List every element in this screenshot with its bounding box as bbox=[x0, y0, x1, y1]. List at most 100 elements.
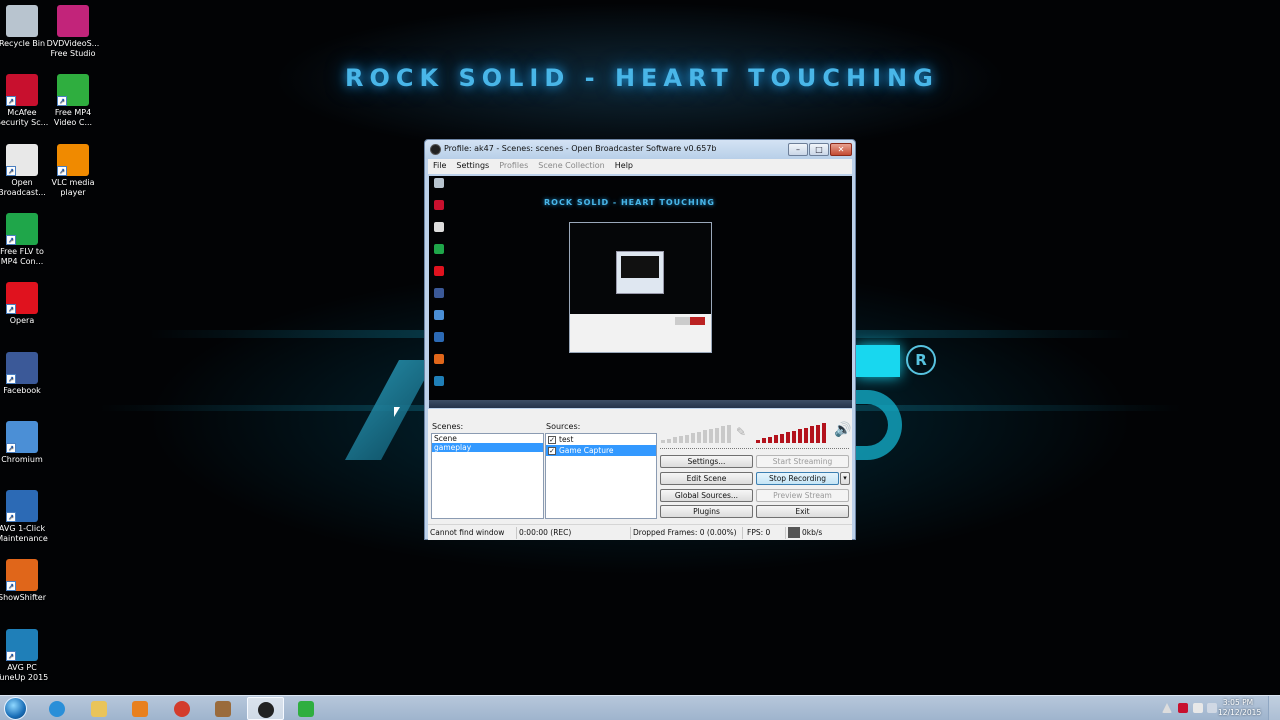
microphone-icon[interactable]: ✎ bbox=[736, 425, 746, 439]
taskbar: 3:05 PM 12/12/2015 bbox=[0, 695, 1280, 720]
meter-segment bbox=[756, 440, 760, 443]
shortcut-arrow-icon: ↗ bbox=[6, 304, 16, 315]
mic-volume-slider[interactable] bbox=[660, 448, 753, 450]
obs-app-icon bbox=[430, 144, 441, 155]
desktop-icon[interactable]: ↗ Facebook bbox=[0, 351, 52, 396]
avg-maintenance-icon: ↗ bbox=[6, 490, 38, 523]
scene-item[interactable]: Scene bbox=[432, 434, 543, 443]
source-item[interactable]: ✓ Game Capture bbox=[546, 445, 656, 456]
taskbar-button[interactable] bbox=[205, 697, 242, 720]
obs-icon bbox=[257, 702, 274, 718]
system-clock[interactable]: 3:05 PM 12/12/2015 bbox=[1218, 698, 1261, 718]
registered-mark: R bbox=[906, 345, 936, 375]
exit-button[interactable]: Exit bbox=[756, 505, 849, 518]
plugins-button[interactable]: Plugins bbox=[660, 505, 753, 518]
menu-bar: File Settings Profiles Scene Collection Help bbox=[428, 159, 852, 174]
desktop-icon[interactable]: DVDVideoS... Free Studio bbox=[43, 5, 103, 59]
preview-taskbar bbox=[429, 400, 852, 408]
recording-dropdown-button[interactable]: ▾ bbox=[840, 472, 850, 485]
opera-icon: ↗ bbox=[6, 282, 38, 315]
meter-segment bbox=[709, 429, 713, 443]
menu-settings[interactable]: Settings bbox=[451, 159, 494, 174]
dropped-frames: Dropped Frames: 0 (0.00%) bbox=[633, 528, 737, 537]
mcafee-icon: ↗ bbox=[6, 74, 38, 107]
source-visibility-checkbox[interactable]: ✓ bbox=[548, 447, 556, 455]
sources-label: Sources: bbox=[546, 422, 581, 431]
taskbar-button[interactable] bbox=[81, 697, 118, 720]
menu-help[interactable]: Help bbox=[610, 159, 638, 174]
desktop-volume-meter[interactable] bbox=[756, 423, 830, 443]
meter-segment bbox=[691, 433, 695, 443]
fps-readout: FPS: 0 bbox=[747, 528, 771, 537]
desktop-icon-label: Free FLV to MP4 Con... bbox=[0, 246, 44, 266]
stop-recording-button[interactable]: Stop Recording bbox=[756, 472, 839, 485]
start-button[interactable] bbox=[4, 697, 27, 720]
shortcut-arrow-icon: ↗ bbox=[57, 96, 67, 107]
scenes-list[interactable]: Scene gameplay bbox=[431, 433, 544, 519]
game-icon bbox=[215, 701, 231, 717]
desktop-icon[interactable]: ↗ AVG 1-Click Maintenance bbox=[0, 490, 52, 544]
microphone-volume-meter[interactable] bbox=[661, 425, 733, 443]
desktop-icon[interactable]: ↗ VLC media player bbox=[43, 143, 103, 198]
speaker-icon[interactable]: 🔊 bbox=[834, 422, 851, 438]
tray-network-icon[interactable] bbox=[1193, 703, 1203, 713]
meter-segment bbox=[804, 428, 808, 443]
desktop-icon[interactable]: ↗ Free MP4 Video C... bbox=[43, 74, 103, 128]
preview-pane[interactable]: ROCK SOLID - HEART TOUCHING bbox=[429, 176, 852, 408]
taskbar-button[interactable] bbox=[122, 697, 159, 720]
meter-segment bbox=[816, 425, 820, 443]
desktop-icon[interactable]: ↗ ShowShifter bbox=[0, 559, 52, 603]
show-desktop-button[interactable] bbox=[1268, 696, 1280, 720]
desktop-icon-label: AVG 1-Click Maintenance bbox=[0, 524, 48, 544]
preview-stream-button[interactable]: Preview Stream bbox=[756, 489, 849, 502]
meter-segment bbox=[762, 438, 766, 443]
scene-item[interactable]: gameplay bbox=[432, 443, 543, 452]
taskbar-button[interactable] bbox=[246, 697, 284, 720]
tray-mcafee-icon[interactable] bbox=[1178, 703, 1188, 713]
meter-segment bbox=[768, 437, 772, 443]
recycle-bin-icon bbox=[6, 5, 38, 37]
desktop-icon[interactable]: ↗ Free FLV to MP4 Con... bbox=[0, 212, 52, 267]
obs-window[interactable]: Profile: ak47 - Scenes: scenes - Open Br… bbox=[424, 139, 856, 540]
menu-scene-collection[interactable]: Scene Collection bbox=[533, 159, 610, 174]
source-item[interactable]: ✓ test bbox=[546, 434, 656, 445]
desktop-icon[interactable]: ↗ Opera bbox=[0, 282, 52, 326]
bitrate-indicator-icon bbox=[788, 527, 800, 538]
desktop-icon-label: ShowShifter bbox=[0, 593, 46, 603]
wallpaper-logo-block bbox=[856, 345, 900, 377]
internet-explorer-icon bbox=[49, 701, 65, 717]
title-bar[interactable]: Profile: ak47 - Scenes: scenes - Open Br… bbox=[425, 140, 855, 159]
chromium-icon: ↗ bbox=[6, 420, 38, 453]
tray-volume-icon[interactable] bbox=[1207, 703, 1217, 713]
edit-scene-button[interactable]: Edit Scene bbox=[660, 472, 753, 485]
meter-segment bbox=[661, 440, 665, 443]
taskbar-button[interactable] bbox=[39, 697, 76, 720]
maximize-button[interactable]: □ bbox=[809, 143, 829, 156]
tray-expand-icon[interactable] bbox=[1162, 703, 1172, 713]
desktop-icon-label: Opera bbox=[9, 316, 35, 326]
source-visibility-checkbox[interactable]: ✓ bbox=[548, 436, 556, 444]
dvdvideosoft-icon bbox=[57, 5, 89, 37]
free-mp4-icon: ↗ bbox=[57, 74, 89, 107]
wallpaper-title: ROCK SOLID - HEART TOUCHING bbox=[345, 64, 939, 92]
minimize-button[interactable]: – bbox=[788, 143, 808, 156]
source-label: Game Capture bbox=[559, 446, 614, 455]
desktop-icon[interactable]: ↗ Chromium bbox=[0, 420, 52, 465]
desktop-volume-slider[interactable] bbox=[756, 448, 849, 450]
taskbar-button[interactable] bbox=[288, 697, 325, 720]
settings-button[interactable]: Settings... bbox=[660, 455, 753, 468]
status-bar: Cannot find window 0:00:00 (REC) Dropped… bbox=[428, 524, 852, 540]
taskbar-button[interactable] bbox=[164, 697, 201, 720]
status-message: Cannot find window bbox=[430, 528, 505, 537]
sources-list[interactable]: ✓ test ✓ Game Capture bbox=[545, 433, 657, 519]
menu-file[interactable]: File bbox=[428, 159, 451, 174]
meter-segment bbox=[685, 435, 689, 443]
close-button[interactable]: ✕ bbox=[830, 143, 852, 156]
desktop-icon[interactable]: ↗ AVG PC TuneUp 2015 bbox=[0, 628, 52, 683]
global-sources-button[interactable]: Global Sources... bbox=[660, 489, 753, 502]
meter-segment bbox=[715, 428, 719, 443]
showshifter-icon: ↗ bbox=[6, 559, 38, 592]
control-panel: Scenes: Scene gameplay Sources: ✓ test ✓ Gam… bbox=[428, 409, 852, 540]
start-streaming-button[interactable]: Start Streaming bbox=[756, 455, 849, 468]
menu-profiles[interactable]: Profiles bbox=[494, 159, 533, 174]
